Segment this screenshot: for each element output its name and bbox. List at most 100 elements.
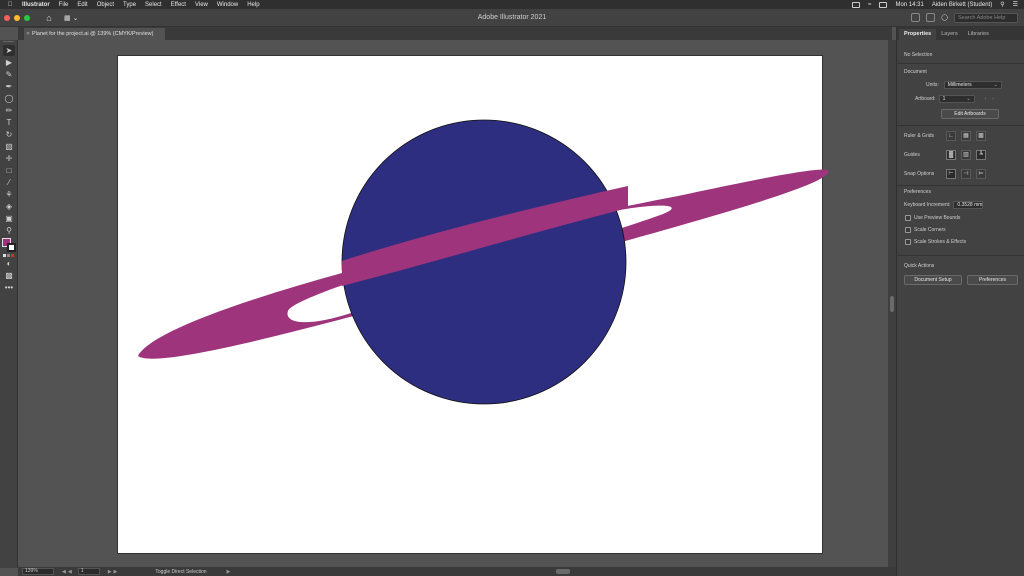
use-preview-bounds-row[interactable]: Use Preview Bounds: [905, 215, 960, 221]
width-tool-icon[interactable]: ✛: [3, 153, 15, 164]
artboard-row: Artboard: 1 ⌄ ‹ ›: [915, 95, 994, 103]
selection-status: No Selection: [904, 52, 933, 58]
grid-icon[interactable]: ▦: [961, 131, 971, 141]
menu-object[interactable]: Object: [97, 2, 114, 8]
direct-selection-tool-icon[interactable]: ▶: [3, 57, 15, 68]
pen-tool-icon[interactable]: ✎: [3, 69, 15, 80]
snap-to-point-icon[interactable]: ⊢: [946, 169, 956, 179]
draw-mode-icon[interactable]: ◐: [3, 258, 15, 269]
menu-type[interactable]: Type: [123, 2, 136, 8]
lock-guides-icon[interactable]: ▧: [961, 150, 971, 160]
eyedropper-tool-icon[interactable]: ⁄: [3, 177, 15, 188]
menu-select[interactable]: Select: [145, 2, 162, 8]
type-tool-icon[interactable]: T: [3, 117, 15, 128]
scale-strokes-row[interactable]: Scale Strokes & Effects: [905, 239, 966, 245]
vertical-scrollbar[interactable]: [888, 40, 896, 567]
stroke-swatch[interactable]: [7, 243, 16, 252]
preferences-button[interactable]: Preferences: [967, 275, 1018, 285]
panel-tabs: Properties Layers Libraries: [897, 27, 1024, 40]
document-setup-button[interactable]: Document Setup: [904, 275, 962, 285]
fill-stroke-swatches[interactable]: [2, 238, 16, 252]
close-window-button[interactable]: [4, 14, 10, 21]
horizontal-scroll-thumb[interactable]: [556, 569, 570, 574]
tab-layers[interactable]: Layers: [936, 29, 963, 40]
clock[interactable]: Mon 14:31: [895, 2, 923, 8]
paintbrush-tool-icon[interactable]: ✏: [3, 105, 15, 116]
artboard-prev-icon[interactable]: ‹: [985, 96, 987, 102]
document-tab-bar: ✕ Planet for the project.ai @ 139% (CMYK…: [18, 27, 892, 40]
document-tab[interactable]: ✕ Planet for the project.ai @ 139% (CMYK…: [24, 28, 166, 40]
eraser-tool-icon[interactable]: ▧: [3, 141, 15, 152]
status-menu-arrow[interactable]: ▶: [227, 569, 231, 575]
scale-strokes-checkbox[interactable]: [905, 239, 911, 245]
snap-to-grid-icon[interactable]: ⊣: [961, 169, 971, 179]
canvas-area[interactable]: [18, 40, 888, 567]
battery-icon[interactable]: [879, 1, 888, 8]
menu-file[interactable]: File: [59, 2, 69, 8]
vertical-scroll-thumb[interactable]: [890, 296, 894, 312]
smart-guides-icon[interactable]: ┺: [976, 150, 986, 160]
scale-corners-checkbox[interactable]: [905, 227, 911, 233]
status-text[interactable]: Toggle Direct Selection: [155, 569, 206, 575]
artboard-select[interactable]: 1 ⌄: [938, 95, 975, 103]
menu-view[interactable]: View: [195, 2, 208, 8]
color-mode-icon[interactable]: [3, 254, 6, 257]
artboard-nav-next[interactable]: ▶▶: [108, 569, 120, 575]
use-preview-bounds-label: Use Preview Bounds: [914, 215, 961, 221]
toolbar-grip[interactable]: [3, 41, 14, 44]
artwork-svg: [138, 119, 829, 405]
arrange-documents-icon[interactable]: [911, 13, 921, 22]
artboard-nav-arrows[interactable]: ◀◀: [62, 569, 74, 575]
menu-edit[interactable]: Edit: [77, 2, 87, 8]
transparency-grid-icon[interactable]: ▩: [976, 131, 986, 141]
none-mode-icon[interactable]: [11, 254, 14, 257]
edit-toolbar-button[interactable]: •••: [3, 282, 15, 293]
menu-effect[interactable]: Effect: [171, 2, 186, 8]
search-help-input[interactable]: Search Adobe Help: [954, 12, 1018, 23]
scale-strokes-label: Scale Strokes & Effects: [914, 239, 967, 245]
wifi-icon[interactable]: ≈: [868, 2, 871, 8]
zoom-tool-icon[interactable]: ⚲: [3, 225, 15, 236]
control-center-icon[interactable]: ☰: [1013, 1, 1018, 8]
home-icon[interactable]: ⌂: [44, 13, 54, 23]
show-guides-icon[interactable]: ▓: [946, 150, 956, 160]
curvature-tool-icon[interactable]: ✒: [3, 81, 15, 92]
ellipse-tool-icon[interactable]: ◯: [3, 93, 15, 104]
units-select[interactable]: Millimeters ⌄: [943, 81, 1002, 89]
tools-panel: ➤ ▶ ✎ ✒ ◯ ✏ T ↻ ▧ ✛ □ ⁄ ⚘ ◈ ▣ ⚲ ◐ ▩ •••: [0, 40, 18, 568]
status-icons[interactable]: [852, 1, 861, 8]
artboard-number-field[interactable]: 1: [77, 568, 100, 575]
scale-corners-row[interactable]: Scale Corners: [905, 227, 946, 233]
tab-libraries[interactable]: Libraries: [963, 29, 994, 40]
gradient-tool-icon[interactable]: □: [3, 165, 15, 176]
close-icon[interactable]: ✕: [26, 28, 30, 40]
blend-tool-icon[interactable]: ⚘: [3, 189, 15, 200]
gradient-mode-icon[interactable]: [7, 254, 10, 257]
zoom-level-field[interactable]: 139%: [22, 568, 54, 575]
user-name[interactable]: Aiden Birkett (Student): [932, 2, 992, 8]
spotlight-icon[interactable]: ⚲: [1000, 1, 1004, 8]
ruler-icon[interactable]: ∟: [946, 131, 956, 141]
menu-app[interactable]: Illustrator: [22, 2, 50, 8]
shape-builder-tool-icon[interactable]: ◈: [3, 201, 15, 212]
artboard-next-icon[interactable]: ›: [992, 96, 994, 102]
cloud-icon[interactable]: [926, 13, 936, 22]
artboard-tool-icon[interactable]: ▣: [3, 213, 15, 224]
divider: [897, 185, 1024, 186]
menu-window[interactable]: Window: [217, 2, 238, 8]
snap-to-pixel-icon[interactable]: ⊨: [976, 169, 986, 179]
lightbulb-icon[interactable]: ◯: [941, 14, 948, 21]
selection-tool-icon[interactable]: ➤: [3, 45, 15, 56]
zoom-window-button[interactable]: [24, 14, 30, 21]
use-preview-bounds-checkbox[interactable]: [905, 215, 911, 221]
artboard[interactable]: [118, 56, 829, 553]
apple-icon[interactable]: : [6, 2, 14, 8]
edit-artboards-button[interactable]: Edit Artboards: [941, 109, 999, 119]
workspace-switcher-button[interactable]: ▦ ⌄: [64, 13, 82, 23]
minimize-window-button[interactable]: [14, 14, 20, 21]
menu-help[interactable]: Help: [247, 2, 259, 8]
screen-mode-icon[interactable]: ▩: [3, 270, 15, 281]
rotate-tool-icon[interactable]: ↻: [3, 129, 15, 140]
keyboard-increment-input[interactable]: 0.3528 mm: [953, 201, 984, 209]
tab-properties[interactable]: Properties: [899, 29, 937, 40]
